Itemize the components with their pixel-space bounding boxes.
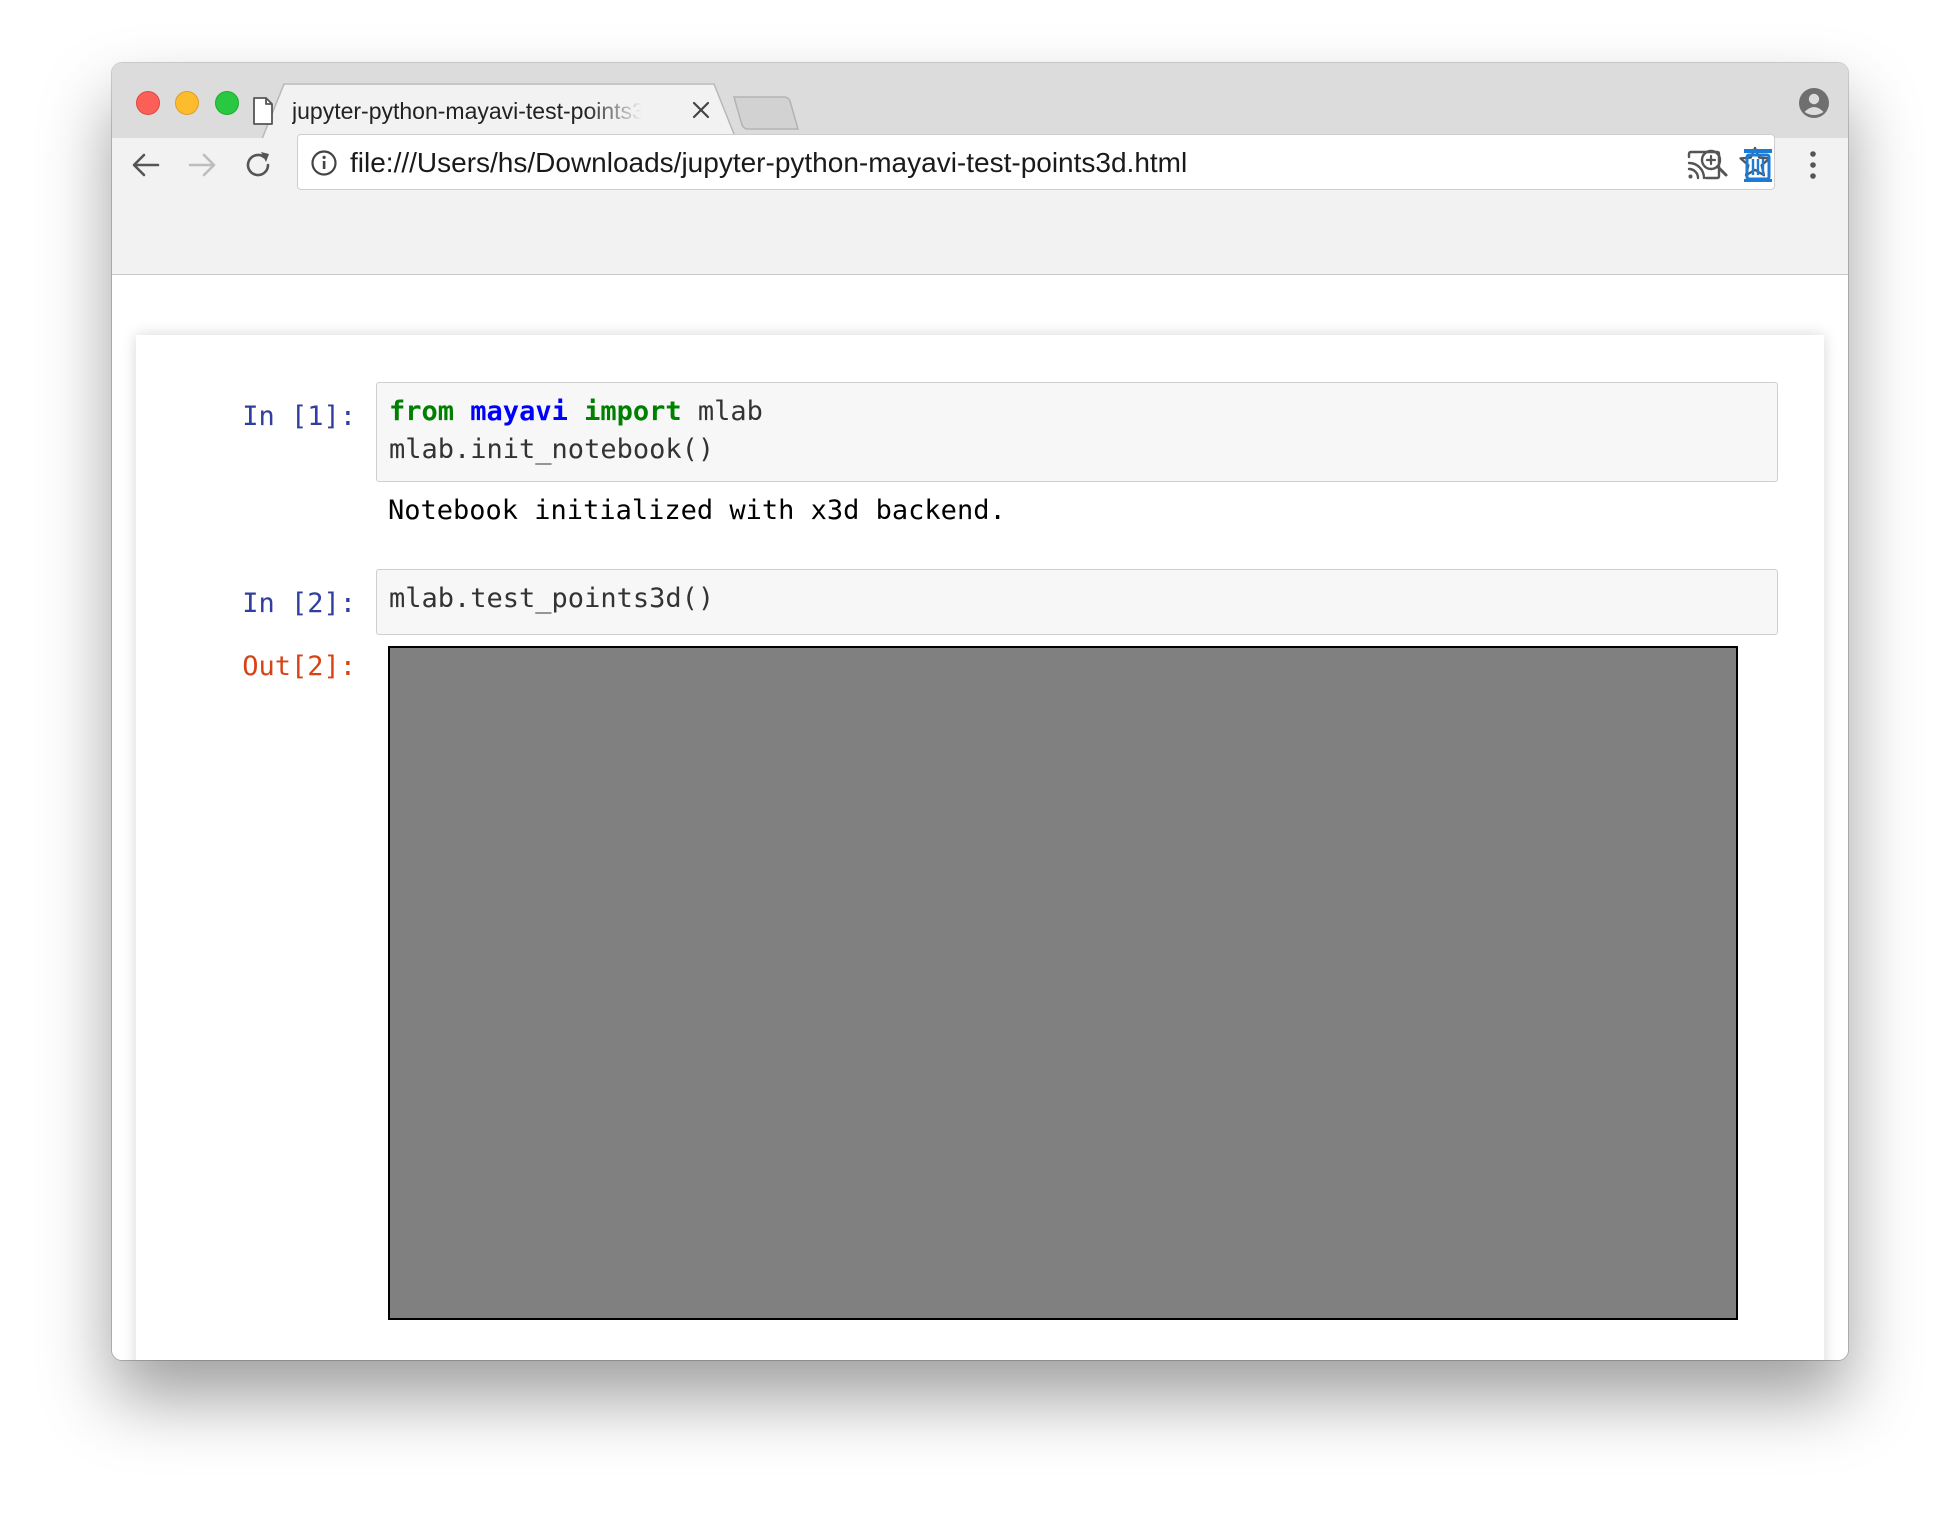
x3d-render-canvas[interactable]: [388, 646, 1738, 1320]
module-name: mayavi: [470, 396, 568, 427]
back-icon[interactable]: [128, 147, 164, 183]
cell2-in-prompt: In [2]:: [242, 588, 356, 619]
reload-icon[interactable]: [240, 147, 276, 183]
cast-icon[interactable]: [1686, 149, 1722, 181]
extension-icon[interactable]: [1741, 146, 1775, 184]
page-content: In [1]: from mayavi import mlab mlab.ini…: [112, 275, 1848, 1360]
toolbar-controls: file:///Users/hs/Downloads/jupyter-pytho…: [112, 63, 1848, 200]
notebook-container: In [1]: from mayavi import mlab mlab.ini…: [136, 335, 1824, 1360]
address-bar[interactable]: file:///Users/hs/Downloads/jupyter-pytho…: [297, 134, 1775, 190]
import-name: mlab: [681, 396, 763, 427]
cell2-code-input[interactable]: mlab.test_points3d(): [376, 569, 1778, 635]
cell1-code-line2: mlab.init_notebook(): [389, 434, 715, 465]
url-text[interactable]: file:///Users/hs/Downloads/jupyter-pytho…: [350, 146, 1590, 180]
cell1-code-line1: from mayavi import mlab: [389, 393, 1765, 431]
info-icon[interactable]: [310, 149, 338, 177]
cell2-code-line1: mlab.test_points3d(): [389, 583, 715, 614]
browser-window: jupyter-python-mayavi-test-points3d.html: [112, 63, 1848, 1360]
cell1-in-prompt: In [1]:: [242, 401, 356, 432]
cell1-stdout: Notebook initialized with x3d backend.: [388, 495, 1006, 526]
cell1-code-input[interactable]: from mayavi import mlab mlab.init_notebo…: [376, 382, 1778, 482]
cell2-out-prompt: Out[2]:: [242, 651, 356, 682]
keyword-from: from: [389, 396, 455, 427]
keyword-import: import: [584, 396, 682, 427]
forward-icon[interactable]: [184, 147, 220, 183]
menu-icon[interactable]: [1806, 147, 1820, 183]
